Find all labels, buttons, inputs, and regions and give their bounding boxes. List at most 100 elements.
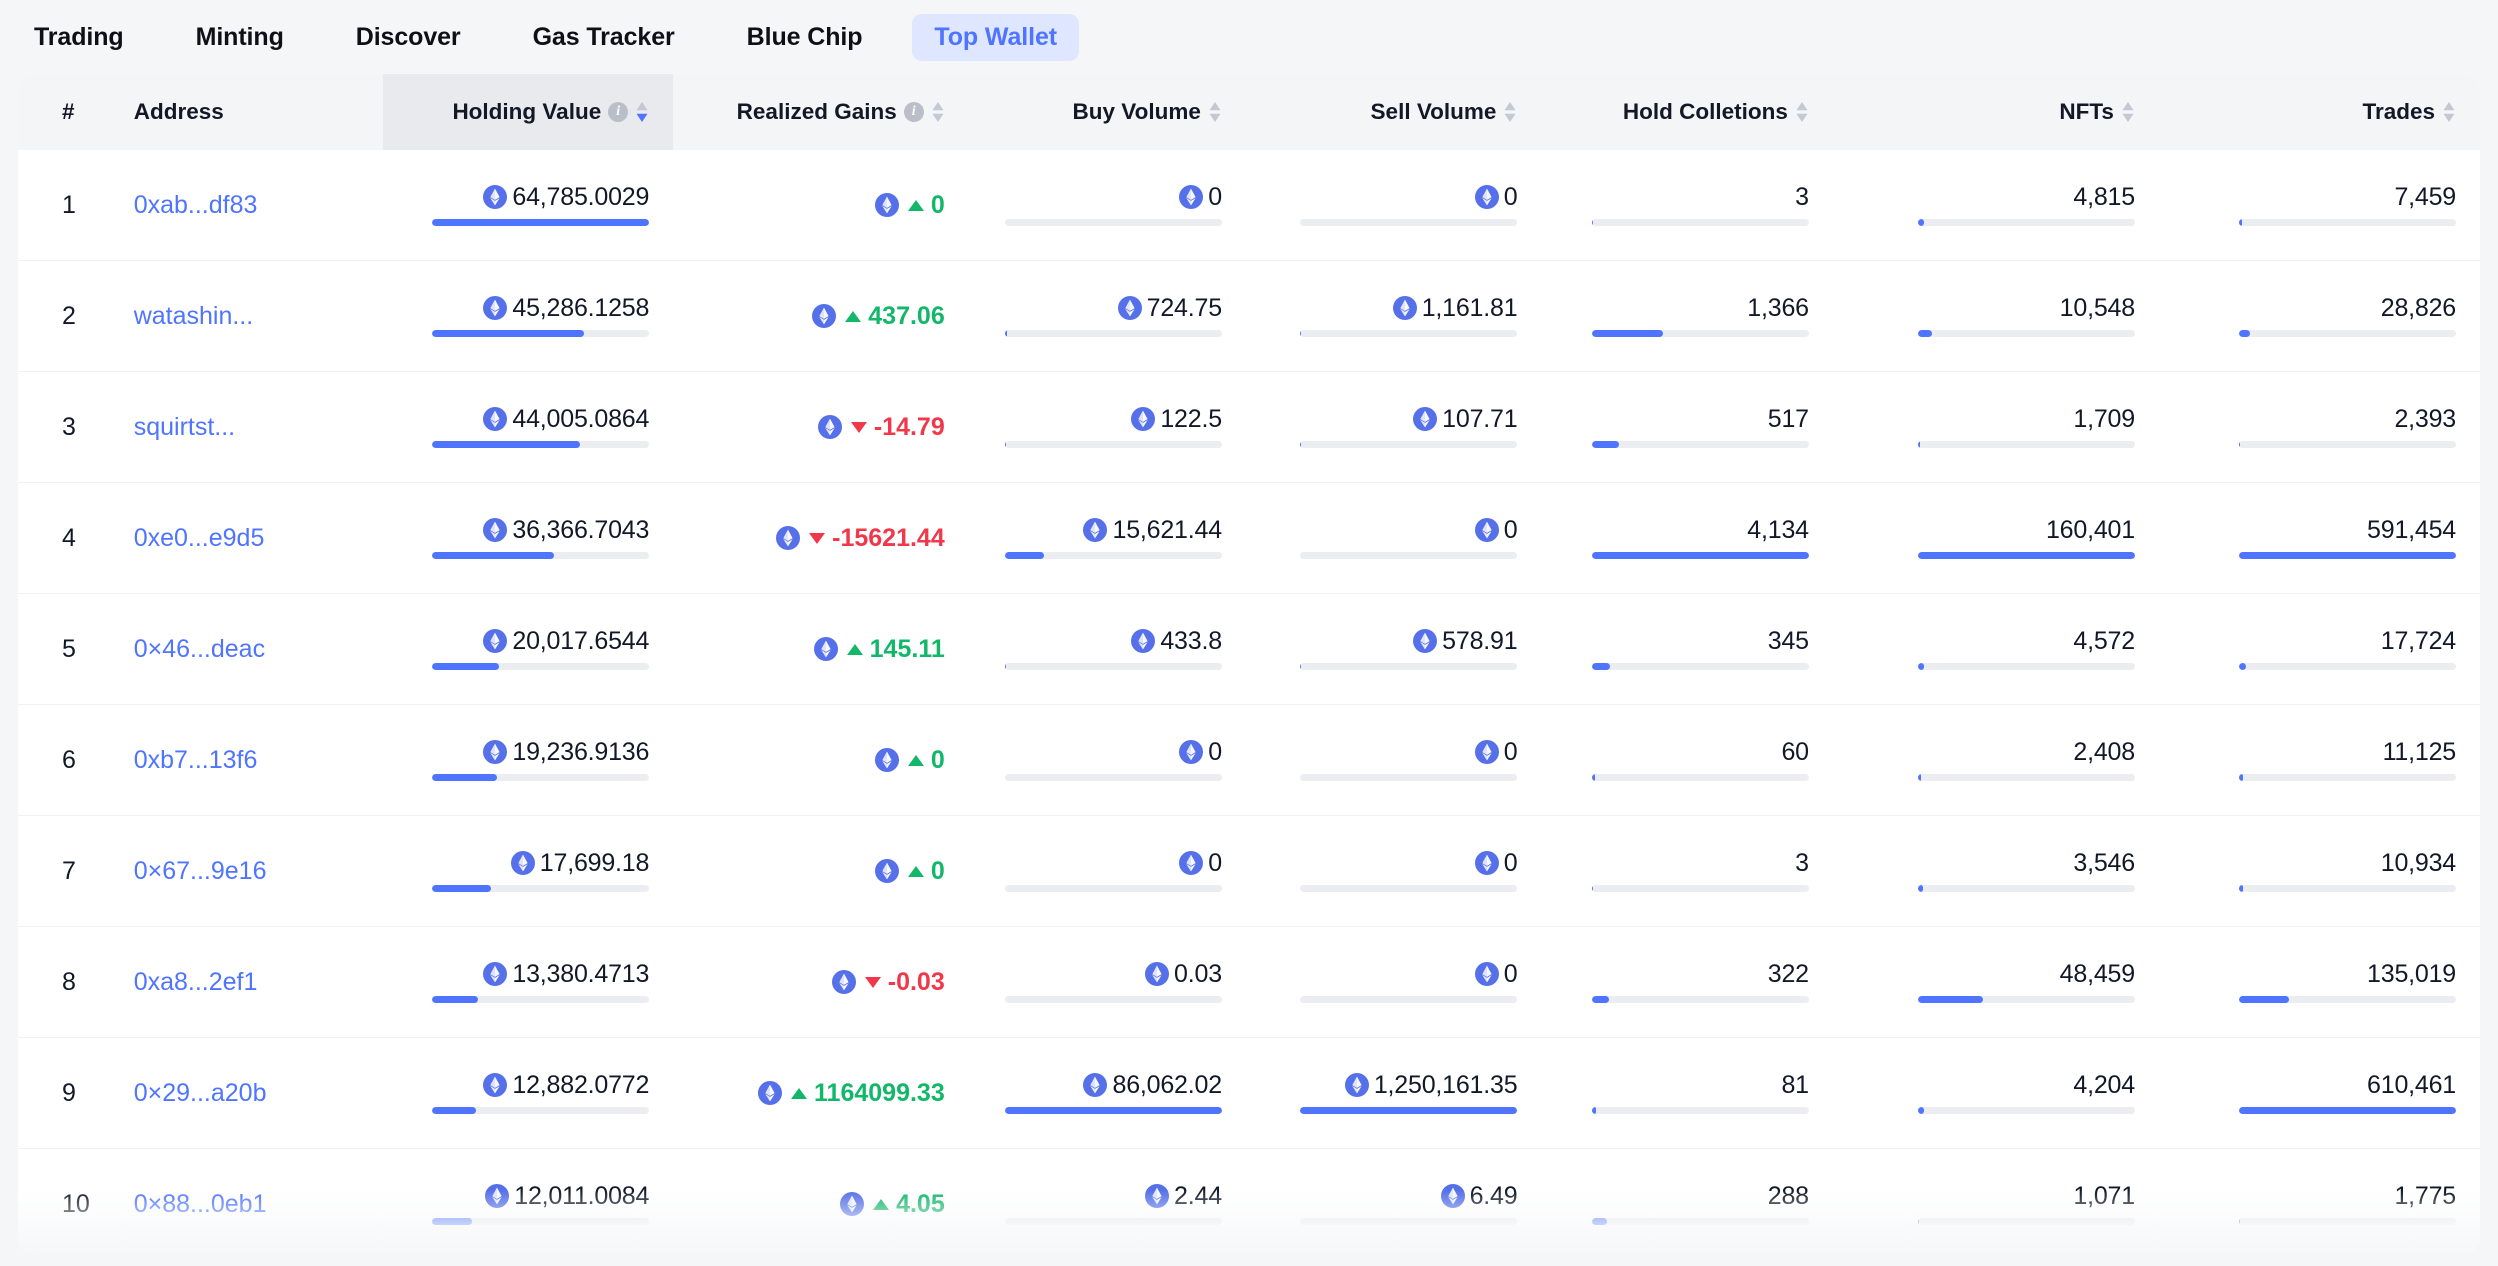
cell-buy-volume: 0 bbox=[969, 816, 1246, 927]
sort-arrows-icon[interactable] bbox=[1503, 100, 1517, 124]
nav-item-minting[interactable]: Minting bbox=[174, 14, 306, 61]
table-row[interactable]: 6 0xb7...13f6 19,236.9136 0 0 0 60 2,408 11,125 bbox=[18, 704, 2480, 816]
nfts-value: 160,401 bbox=[2045, 515, 2135, 544]
column-header-sell[interactable]: Sell Volume bbox=[1245, 74, 1542, 150]
table-row[interactable]: 10 0×88...0eb1 12,011.0084 4.05 2.44 6.49 288 1… bbox=[18, 1148, 2480, 1255]
sort-arrows-icon[interactable] bbox=[2442, 100, 2456, 124]
nav-item-blue-chip[interactable]: Blue Chip bbox=[725, 14, 885, 61]
sort-toggle[interactable] bbox=[635, 100, 649, 124]
table-row[interactable]: 7 0×67...9e16 17,699.18 0 0 0 3 3,546 10,934 bbox=[18, 815, 2480, 927]
buy-volume-value: 2.44 bbox=[1174, 1181, 1222, 1210]
triangle-up-icon bbox=[845, 310, 862, 322]
sort-toggle[interactable] bbox=[2442, 100, 2456, 124]
nfts-progress-bar bbox=[1917, 773, 2135, 781]
rank-number: 1 bbox=[62, 190, 76, 219]
sort-toggle[interactable] bbox=[1208, 100, 1222, 124]
cell-nfts: 3,546 bbox=[1833, 816, 2159, 927]
address-link[interactable]: 0xab...df83 bbox=[110, 191, 383, 220]
address-link[interactable]: 0×88...0eb1 bbox=[110, 1190, 383, 1219]
ethereum-icon bbox=[1131, 629, 1156, 653]
ethereum-icon bbox=[1179, 740, 1204, 764]
holding-value-value: 19,236.9136 bbox=[512, 737, 650, 766]
cell-realized-gains: 437.06 bbox=[673, 261, 969, 372]
table-row[interactable]: 8 0xa8...2ef1 13,380.4713 -0.03 0.03 0 322 48,4… bbox=[18, 926, 2480, 1038]
column-header-buy[interactable]: Buy Volume bbox=[968, 74, 1246, 150]
sort-arrows-icon[interactable] bbox=[1795, 100, 1809, 124]
sort-toggle[interactable] bbox=[1795, 100, 1809, 124]
ethereum-icon bbox=[483, 296, 508, 320]
rank-number: 8 bbox=[62, 967, 76, 996]
ethereum-icon bbox=[1392, 296, 1417, 320]
address-link[interactable]: 0xe0...e9d5 bbox=[110, 524, 383, 553]
address-link[interactable]: 0xb7...13f6 bbox=[110, 746, 383, 775]
column-header-label: Realized Gains bbox=[736, 99, 897, 124]
address-link[interactable]: squirtst... bbox=[110, 413, 383, 442]
address-link[interactable]: 0×46...deac bbox=[110, 635, 383, 664]
ethereum-icon bbox=[1474, 962, 1499, 986]
table-row[interactable]: 1 0xab...df83 64,785.0029 0 0 0 3 4,815 7,459 bbox=[18, 150, 2480, 261]
trades-progress-bar bbox=[2239, 218, 2456, 226]
sort-toggle[interactable] bbox=[1503, 100, 1517, 124]
sort-toggle[interactable] bbox=[2121, 100, 2135, 124]
column-header-label: Address bbox=[133, 99, 224, 124]
ethereum-icon bbox=[813, 637, 838, 661]
column-header-nfts[interactable]: NFTs bbox=[1832, 74, 2159, 150]
column-header-addr[interactable]: Address bbox=[109, 74, 383, 150]
table-row[interactable]: 4 0xe0...e9d5 36,366.7043 -15621.44 15,621.4… bbox=[18, 482, 2480, 594]
progress-bar-fill bbox=[432, 329, 585, 337]
address-link[interactable]: watashin... bbox=[110, 302, 383, 331]
sort-arrows-icon[interactable] bbox=[635, 100, 649, 124]
column-header-gains[interactable]: Realized Gains i bbox=[673, 74, 969, 150]
nav-item-discover[interactable]: Discover bbox=[334, 14, 483, 61]
column-header-trades[interactable]: Trades bbox=[2158, 74, 2480, 150]
address-link[interactable]: 0×67...9e16 bbox=[110, 857, 383, 886]
hold-collections-value: 3 bbox=[1795, 848, 1809, 877]
nav-item-top-wallet[interactable]: Top Wallet bbox=[912, 13, 1080, 61]
sort-arrows-icon[interactable] bbox=[2121, 100, 2135, 124]
ethereum-icon bbox=[1413, 407, 1438, 431]
realized-gains-value: 0 bbox=[930, 856, 945, 885]
top-wallet-card: # Address Holding Value i Realized Gains i Buy… bbox=[18, 74, 2480, 1254]
sort-arrows-icon[interactable] bbox=[931, 100, 945, 124]
ethereum-icon bbox=[1131, 407, 1156, 431]
cell-realized-gains: 145.11 bbox=[673, 594, 969, 705]
address-link[interactable]: 0xa8...2ef1 bbox=[110, 968, 383, 997]
cell-nfts: 2,408 bbox=[1833, 705, 2159, 816]
progress-bar-fill bbox=[2239, 440, 2240, 448]
address-link[interactable]: 0×29...a20b bbox=[110, 1079, 383, 1108]
ethereum-icon bbox=[1145, 1184, 1170, 1208]
cell-sell-volume: 0 bbox=[1246, 483, 1542, 594]
ethereum-icon bbox=[812, 304, 837, 328]
nav-item-trading[interactable]: Trading bbox=[12, 14, 146, 61]
trades-value: 7,459 bbox=[2394, 182, 2456, 211]
column-header-hold[interactable]: Holding Value i bbox=[382, 74, 674, 150]
cell-sell-volume: 107.71 bbox=[1246, 372, 1542, 483]
hold-collections-value: 517 bbox=[1767, 404, 1809, 433]
holding-value-value: 20,017.6544 bbox=[512, 626, 650, 655]
holding-value-progress-bar bbox=[432, 995, 650, 1003]
info-icon[interactable]: i bbox=[903, 102, 924, 122]
table-row[interactable]: 9 0×29...a20b 12,882.0772 1164099.33 86,062.… bbox=[18, 1037, 2480, 1149]
holding-value-value: 13,380.4713 bbox=[512, 959, 650, 988]
column-header-coll[interactable]: Hold Colletions bbox=[1541, 74, 1833, 150]
progress-bar-fill bbox=[432, 551, 554, 559]
sort-arrows-icon[interactable] bbox=[1208, 100, 1222, 124]
nav-item-gas-tracker[interactable]: Gas Tracker bbox=[511, 14, 697, 61]
cell-nfts: 4,815 bbox=[1833, 150, 2159, 261]
sort-toggle[interactable] bbox=[931, 100, 945, 124]
buy-volume-progress-bar bbox=[1004, 1106, 1222, 1114]
ethereum-icon bbox=[874, 193, 899, 217]
ethereum-icon bbox=[1179, 185, 1204, 209]
cell-sell-volume: 0 bbox=[1246, 927, 1542, 1038]
hold-collections-progress-bar bbox=[1591, 1217, 1809, 1225]
column-header-rank[interactable]: # bbox=[18, 74, 110, 150]
info-icon[interactable]: i bbox=[608, 102, 629, 122]
table-row[interactable]: 5 0×46...deac 20,017.6544 145.11 433.8 578.91… bbox=[18, 593, 2480, 705]
table-row[interactable]: 2 watashin... 45,286.1258 437.06 724.75 1,161… bbox=[18, 260, 2480, 372]
buy-volume-value: 0 bbox=[1208, 182, 1222, 211]
ethereum-icon bbox=[758, 1081, 783, 1105]
ethereum-icon bbox=[1083, 518, 1108, 542]
sell-volume-progress-bar bbox=[1300, 440, 1518, 448]
table-row[interactable]: 3 squirtst... 44,005.0864 -14.79 122.5 107.71… bbox=[18, 371, 2480, 483]
progress-bar-fill bbox=[1004, 1106, 1222, 1114]
